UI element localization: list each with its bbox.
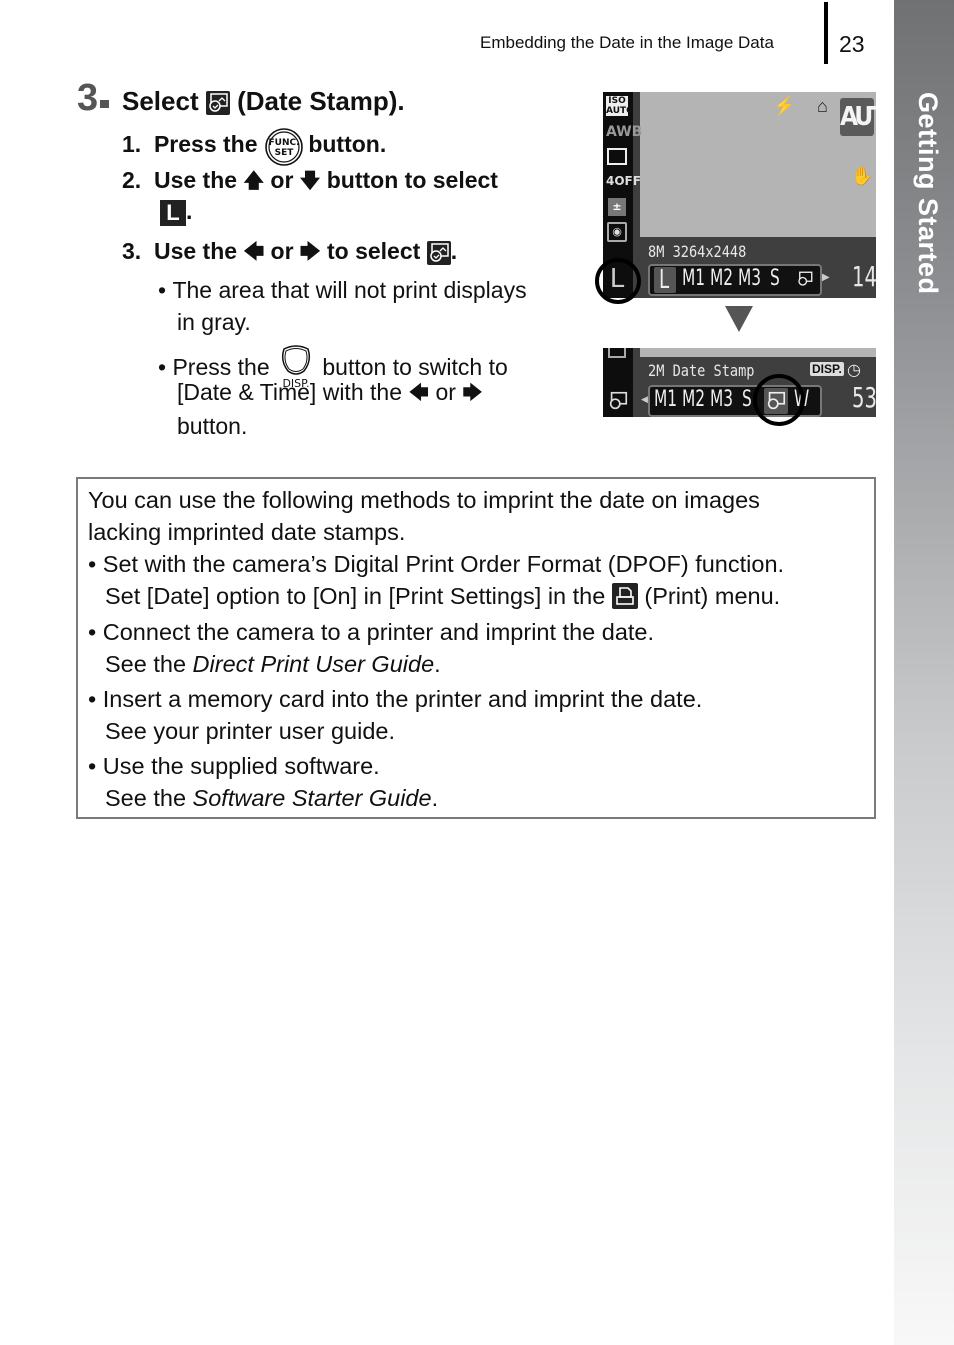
size-options-bar: L M1 M2 M3 S — [648, 264, 822, 296]
note-intro: You can use the following methods to imp… — [88, 487, 760, 513]
disp-badge: DISP. — [810, 362, 844, 376]
camera-mode-icon: ⌂ — [817, 96, 828, 116]
up-arrow-icon: 🡅 — [243, 170, 265, 192]
bullet-1-cont: in gray. — [177, 309, 251, 335]
drive-mode-icon — [606, 148, 628, 168]
image-stabilizer-icon: ✋ — [851, 166, 874, 186]
substep-2-cont: L. — [160, 198, 192, 226]
camera-screen-after: 2M Date Stamp DISP. ◷ ◀ M1 M2 M3 S W 53 — [603, 348, 876, 417]
highlight-circle — [753, 374, 805, 426]
note-item-3: • Insert a memory card into the printer … — [88, 686, 703, 712]
size-option: M3 — [710, 387, 734, 412]
screen-viewfinder-area — [640, 348, 876, 357]
date-stamp-icon — [426, 240, 451, 265]
section-side-tab-label: Getting Started — [913, 92, 943, 295]
auto-mode-badge: AUTO — [840, 98, 876, 136]
clock-icon: ◷ — [847, 362, 861, 379]
size-option: M1 — [682, 266, 706, 291]
left-arrow-icon: 🡄 — [408, 382, 430, 404]
resolution-readout: 8M 3264x2448 — [648, 242, 747, 261]
note-box: You can use the following methods to imp… — [76, 477, 876, 819]
svg-text:SET: SET — [275, 148, 295, 158]
size-option: S — [742, 387, 752, 412]
svg-text:FUNC.: FUNC. — [268, 138, 299, 148]
right-arrow-icon: 🡆 — [462, 382, 483, 404]
bullet-1: • The area that will not print displays — [158, 277, 527, 303]
scroll-left-icon: ◀ — [641, 394, 648, 404]
red-eye-off-icon: 4OFF — [606, 174, 641, 188]
awb-icon: AWB — [606, 124, 643, 140]
note-item-1-cont: Set [Date] option to [On] in [Print Sett… — [105, 583, 781, 609]
metering-icon: ◉ — [606, 222, 628, 242]
note-item-2-cont: See the Direct Print User Guide. — [105, 651, 441, 677]
iso-auto-icon: ISO AUTO — [606, 96, 634, 116]
size-option: M2 — [710, 266, 734, 291]
shots-remaining: 53 — [852, 381, 876, 414]
down-arrow-indicator — [725, 306, 753, 332]
scroll-right-icon: ▶ — [822, 272, 830, 283]
guide-title: Direct Print User Guide — [192, 651, 435, 677]
print-menu-icon — [611, 583, 638, 609]
running-header-title: Embedding the Date in the Image Data — [480, 33, 774, 52]
note-item-4-cont: See the Software Starter Guide. — [105, 785, 439, 811]
substep-2: 2. Use the 🡅 or 🡇 button to select — [122, 166, 498, 200]
bullet-2-cont2: button. — [177, 413, 248, 439]
size-option: M3 — [738, 266, 762, 291]
step-title: Select (Date Stamp). — [122, 86, 405, 116]
metering-icon — [606, 348, 628, 361]
size-option: M2 — [682, 387, 706, 412]
note-intro-cont: lacking imprinted date stamps. — [88, 519, 406, 545]
note-item-3-cont: See your printer user guide. — [105, 718, 395, 744]
size-option: M1 — [654, 387, 678, 412]
size-label-readout: 2M Date Stamp — [648, 361, 755, 380]
guide-title: Software Starter Guide — [192, 785, 432, 811]
step-number: 3 — [77, 77, 109, 120]
page-number: 23 — [839, 31, 865, 57]
date-stamp-icon — [205, 91, 230, 116]
flash-auto-icon: ⚡ — [773, 96, 796, 116]
substep-3: 3. Use the 🡄 or 🡆 to select . — [122, 237, 457, 271]
right-arrow-icon: 🡆 — [299, 241, 321, 263]
size-option: S — [770, 266, 780, 291]
large-size-L-icon: L — [160, 199, 186, 226]
func-set-button-icon: FUNC. SET — [264, 127, 303, 166]
bullet-2-cont: [Date & Time] with the 🡄 or 🡆 — [177, 378, 483, 412]
substep-1: 1. Press the FUNC. SET button. — [122, 127, 386, 166]
flash-comp-icon: ± — [606, 198, 628, 216]
header-divider — [824, 2, 828, 64]
note-item-1: • Set with the camera’s Digital Print Or… — [88, 551, 785, 577]
down-arrow-icon: 🡇 — [299, 170, 321, 192]
left-arrow-icon: 🡄 — [243, 241, 265, 263]
note-item-2: • Connect the camera to a printer and im… — [88, 619, 655, 645]
highlight-circle — [595, 258, 641, 304]
note-item-4: • Use the supplied software. — [88, 753, 380, 779]
size-option: L — [659, 265, 670, 295]
shots-remaining: 14 — [852, 260, 876, 293]
camera-screen-before: ISOAUTO AWB 4OFF ± ◉ L ⚡ ⌂ AUTO ✋ 8M 326… — [603, 92, 876, 298]
date-stamp-icon — [796, 270, 814, 286]
date-stamp-icon — [607, 390, 629, 410]
